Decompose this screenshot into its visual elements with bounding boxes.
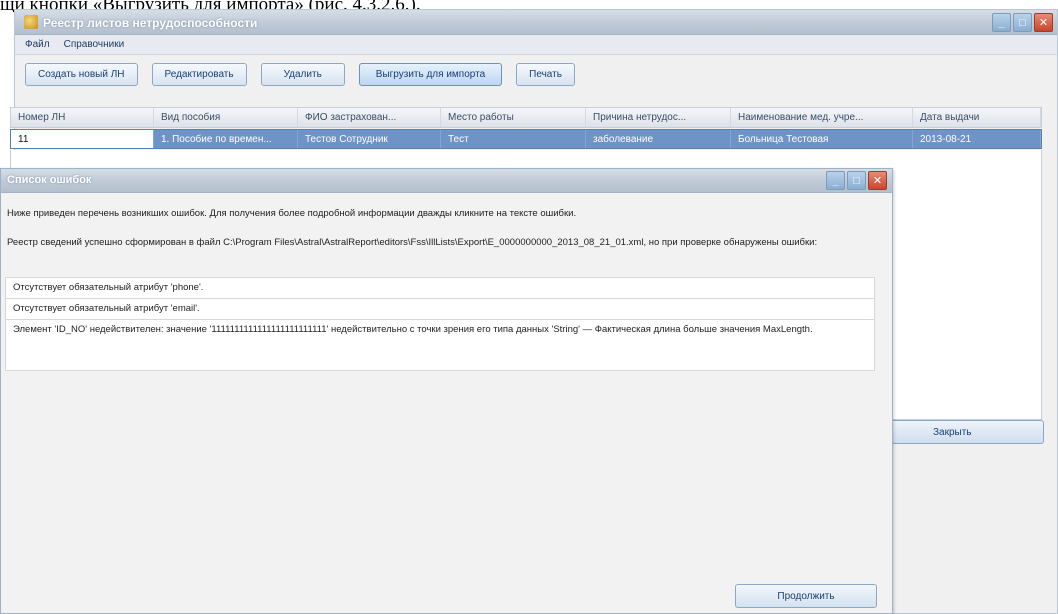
- create-button[interactable]: Создать новый ЛН: [25, 62, 138, 86]
- continue-button[interactable]: Продолжить: [735, 584, 877, 608]
- column-header[interactable]: Место работы: [441, 108, 586, 127]
- dialog-minimize-icon[interactable]: _: [826, 171, 845, 190]
- column-header[interactable]: Дата выдачи: [913, 108, 1041, 127]
- error-item[interactable]: Элемент 'ID_NO' недействителен: значение…: [6, 320, 874, 370]
- error-item[interactable]: Отсутствует обязательный атрибут 'phone'…: [6, 278, 874, 299]
- close-icon[interactable]: ✕: [1034, 13, 1053, 32]
- table-cell[interactable]: заболевание: [586, 130, 731, 148]
- dialog-title: Список ошибок: [7, 174, 92, 186]
- delete-button[interactable]: Удалить: [260, 62, 345, 86]
- errors-dialog: Список ошибок _ □ ✕ Ниже приведен перече…: [0, 168, 893, 614]
- menu-bar: Файл Справочники: [15, 35, 1057, 55]
- menu-references[interactable]: Справочники: [64, 39, 125, 50]
- toolbar: Создать новый ЛН Редактировать Удалить В…: [15, 55, 1057, 93]
- export-button[interactable]: Выгрузить для импорта: [358, 62, 503, 86]
- column-header[interactable]: Причина нетрудос...: [586, 108, 731, 127]
- menu-file[interactable]: Файл: [25, 39, 50, 50]
- app-icon: [24, 15, 38, 29]
- table-cell[interactable]: 2013-08-21: [913, 130, 1041, 148]
- grid-header: Номер ЛН Вид пособия ФИО застрахован... …: [10, 107, 1042, 128]
- table-row[interactable]: 11 1. Пособие по времен... Тестов Сотруд…: [10, 129, 1042, 149]
- table-cell[interactable]: 1. Пособие по времен...: [154, 130, 298, 148]
- close-button[interactable]: Закрыть: [877, 420, 1044, 444]
- table-cell[interactable]: Больница Тестовая: [731, 130, 913, 148]
- column-header[interactable]: Вид пособия: [154, 108, 298, 127]
- maximize-icon[interactable]: □: [1013, 13, 1032, 32]
- table-cell[interactable]: 11: [11, 130, 154, 148]
- dialog-maximize-icon[interactable]: □: [847, 171, 866, 190]
- table-cell[interactable]: Тестов Сотрудник: [298, 130, 441, 148]
- table-cell[interactable]: Тест: [441, 130, 586, 148]
- error-list: Отсутствует обязательный атрибут 'phone'…: [5, 277, 875, 371]
- column-header[interactable]: ФИО застрахован...: [298, 108, 441, 127]
- minimize-icon[interactable]: _: [992, 13, 1011, 32]
- dialog-close-icon[interactable]: ✕: [868, 171, 887, 190]
- column-header[interactable]: Наименование мед. учре...: [731, 108, 913, 127]
- main-window-title: Реестр листов нетрудоспособности: [43, 16, 258, 30]
- print-button[interactable]: Печать: [516, 62, 575, 86]
- dialog-titlebar: Список ошибок _ □ ✕: [1, 169, 892, 193]
- error-item[interactable]: Отсутствует обязательный атрибут 'email'…: [6, 299, 874, 320]
- dialog-intro-text: Ниже приведен перечень возникших ошибок.…: [7, 208, 577, 219]
- column-header[interactable]: Номер ЛН: [11, 108, 154, 127]
- main-titlebar: Реестр листов нетрудоспособности _ □ ✕: [15, 10, 1057, 35]
- dialog-result-text: Реестр сведений успешно сформирован в фа…: [7, 237, 818, 248]
- edit-button[interactable]: Редактировать: [151, 62, 247, 86]
